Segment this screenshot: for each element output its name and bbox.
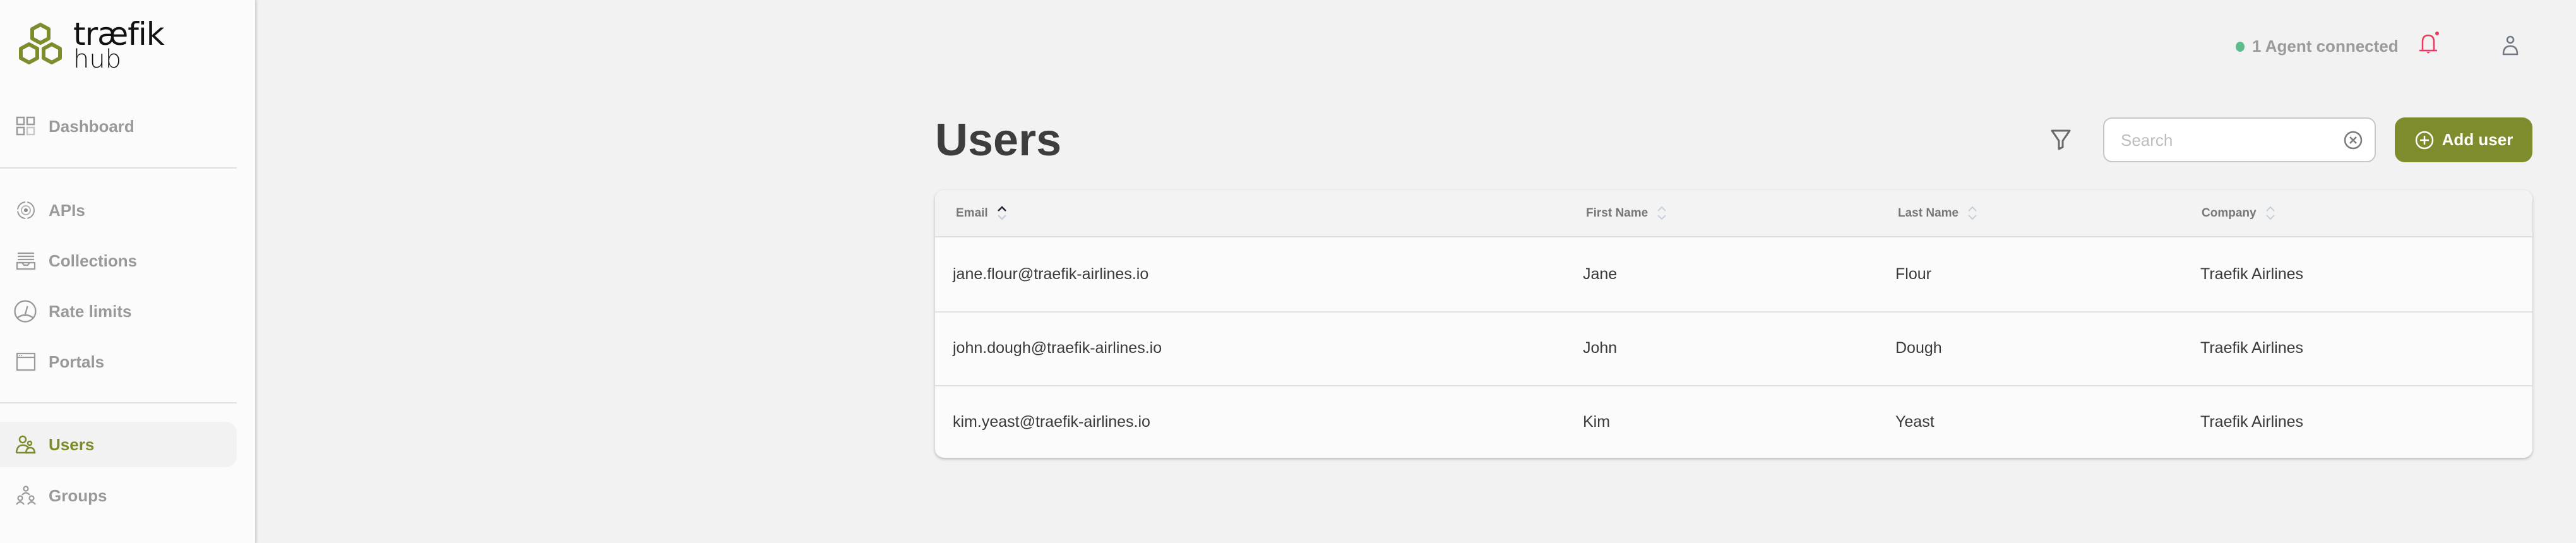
gauge-icon xyxy=(14,300,37,323)
cell-last-name: Yeast xyxy=(1895,413,1935,431)
column-label: Last Name xyxy=(1898,206,1959,220)
api-target-icon xyxy=(17,201,35,219)
column-label: Company xyxy=(2202,206,2257,220)
table-row[interactable]: kim.yeast@traefik-airlines.io Kim Yeast … xyxy=(935,385,2532,458)
sidebar-item-apis[interactable]: APIs xyxy=(0,188,237,233)
sidebar-divider xyxy=(0,167,237,169)
cell-email: kim.yeast@traefik-airlines.io xyxy=(953,413,1150,431)
sidebar-item-dashboard[interactable]: Dashboard xyxy=(0,104,237,149)
users-table: Email First Name Last Name Company jane.… xyxy=(935,190,2532,458)
logo-product: hub xyxy=(73,45,122,74)
collections-tray-icon xyxy=(16,252,36,270)
sidebar-item-collections[interactable]: Collections xyxy=(0,238,237,283)
cell-company: Traefik Airlines xyxy=(2200,265,2304,283)
add-user-button[interactable]: Add user xyxy=(2395,117,2532,162)
cell-last-name: Dough xyxy=(1895,339,1942,357)
search-field[interactable] xyxy=(2103,117,2376,162)
sidebar-item-label: Users xyxy=(49,434,95,454)
add-user-label: Add user xyxy=(2442,130,2513,149)
cell-last-name: Flour xyxy=(1895,265,1931,283)
column-header-company[interactable]: Company xyxy=(2202,190,2275,236)
sidebar-item-label: Collections xyxy=(49,251,138,270)
sidebar-item-portals[interactable]: Portals xyxy=(0,339,237,385)
sidebar-item-label: APIs xyxy=(49,200,85,220)
sidebar: træfik hub Dashboard APIs Collections Ra… xyxy=(0,0,256,543)
page-title: Users xyxy=(935,115,1062,165)
users-icon xyxy=(15,435,36,454)
table-header: Email First Name Last Name Company xyxy=(935,190,2532,237)
cell-company: Traefik Airlines xyxy=(2200,413,2304,431)
table-row[interactable]: jane.flour@traefik-airlines.io Jane Flou… xyxy=(935,237,2532,313)
sort-icon xyxy=(1968,206,1977,220)
sidebar-divider xyxy=(0,402,237,403)
cell-email: jane.flour@traefik-airlines.io xyxy=(953,265,1149,283)
sort-icon xyxy=(2265,206,2275,220)
search-input[interactable] xyxy=(2120,119,2337,162)
column-label: Email xyxy=(956,206,988,220)
sidebar-item-label: Portals xyxy=(49,352,105,371)
column-header-last-name[interactable]: Last Name xyxy=(1898,190,1977,236)
status-dot-icon xyxy=(2236,41,2245,52)
sidebar-item-groups[interactable]: Groups xyxy=(0,473,237,518)
agent-status: 1 Agent connected xyxy=(2236,37,2399,56)
filter-icon[interactable] xyxy=(2048,125,2073,153)
plus-circle-icon xyxy=(2415,131,2433,149)
cell-company: Traefik Airlines xyxy=(2200,339,2304,357)
sidebar-item-label: Groups xyxy=(49,486,107,505)
cell-email: john.dough@traefik-airlines.io xyxy=(953,339,1162,357)
cell-first-name: Jane xyxy=(1583,265,1618,283)
sidebar-item-label: Dashboard xyxy=(49,116,134,136)
sidebar-item-rate-limits[interactable]: Rate limits xyxy=(0,289,237,334)
sort-ascending-icon xyxy=(997,205,1006,220)
column-header-first-name[interactable]: First Name xyxy=(1586,190,1667,236)
grid-icon xyxy=(16,116,35,136)
traefik-hub-logo[interactable]: træfik hub xyxy=(15,16,167,74)
agent-status-text: 1 Agent connected xyxy=(2252,37,2399,56)
hexagon-logo-icon xyxy=(19,23,62,64)
clear-search-icon[interactable] xyxy=(2343,130,2363,150)
sort-icon xyxy=(1657,206,1666,220)
notification-badge xyxy=(2435,32,2439,35)
user-account-icon[interactable] xyxy=(2502,35,2519,56)
column-label: First Name xyxy=(1586,206,1649,220)
notification-bell-icon[interactable] xyxy=(2418,32,2440,57)
cell-first-name: Kim xyxy=(1583,413,1611,431)
table-row[interactable]: john.dough@traefik-airlines.io John Doug… xyxy=(935,311,2532,386)
cell-first-name: John xyxy=(1583,339,1618,357)
groups-icon xyxy=(16,486,36,505)
sidebar-item-label: Rate limits xyxy=(49,301,132,321)
browser-window-icon xyxy=(16,352,36,371)
sidebar-item-users[interactable]: Users xyxy=(0,422,237,467)
column-header-email[interactable]: Email xyxy=(956,190,1007,236)
